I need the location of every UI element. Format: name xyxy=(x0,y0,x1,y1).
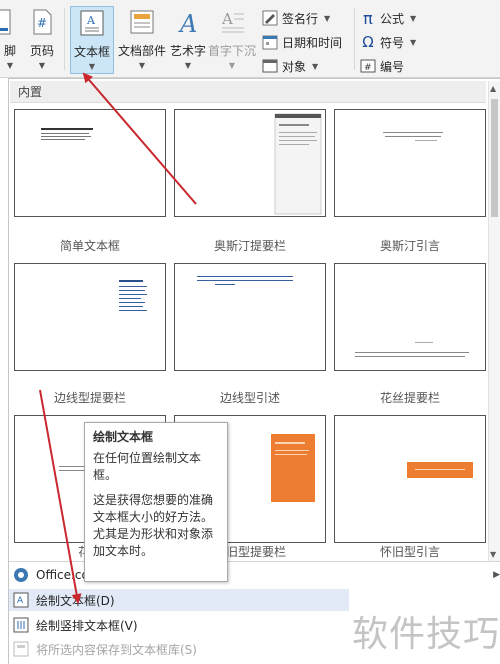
text-box-button[interactable]: A 文本框 ▼ xyxy=(70,6,114,74)
chevron-down-icon: ▼ xyxy=(6,61,14,70)
quick-parts-label: 文档部件 xyxy=(117,44,166,58)
gallery-item-banded-quote[interactable] xyxy=(174,263,326,371)
gallery-item-austin-sidebar[interactable] xyxy=(174,109,326,217)
submenu-arrow-icon: ▶ xyxy=(493,570,500,580)
object-label: 对象 xyxy=(282,59,307,74)
austin-quote-preview xyxy=(383,132,443,141)
gallery-item-austin-quote[interactable] xyxy=(334,109,486,217)
save-to-gallery-icon xyxy=(13,641,29,657)
banded-quote-preview xyxy=(197,276,293,285)
menu-label: 绘制文本框(D) xyxy=(36,593,115,608)
equation-label: 公式 xyxy=(380,11,405,26)
gallery-item-banded-sidebar[interactable] xyxy=(14,263,166,371)
svg-text:A: A xyxy=(86,14,96,27)
menu-label: 将所选内容保存到文本框库(S) xyxy=(36,642,197,657)
svg-text:A: A xyxy=(178,10,197,36)
object-icon xyxy=(262,59,278,73)
section-title: 内置 xyxy=(10,81,486,103)
chevron-down-icon: ▼ xyxy=(312,61,319,71)
signature-line-label: 签名行 xyxy=(282,11,319,26)
tooltip-text: 在任何位置绘制文本框。 xyxy=(93,451,202,482)
svg-text:#: # xyxy=(364,63,372,73)
symbol-label: 符号 xyxy=(380,35,405,50)
gallery-caption: 简单文本框 xyxy=(59,239,120,253)
gallery-caption: 边线型提要栏 xyxy=(53,391,126,405)
gallery-caption: 花丝提要栏 xyxy=(379,391,440,405)
equation-button[interactable]: π 公式 ▼ xyxy=(360,8,416,28)
chevron-down-icon: ▼ xyxy=(88,62,96,71)
simple-text-box-preview xyxy=(41,128,93,140)
menu-item-draw-vertical-text-box[interactable]: 绘制竖排文本框(V) xyxy=(9,614,349,636)
pi-icon: π xyxy=(363,8,373,28)
draw-text-box-icon: A xyxy=(13,592,29,608)
page-number-icon: # xyxy=(33,9,52,35)
gallery-item-filigree-sidebar[interactable] xyxy=(334,263,486,371)
svg-text:A: A xyxy=(221,10,233,28)
scroll-thumb[interactable] xyxy=(491,99,498,217)
quick-parts-button[interactable]: 文档部件 ▼ xyxy=(116,6,168,74)
gallery-caption: 怀旧型引言 xyxy=(379,545,440,559)
chevron-down-icon: ▼ xyxy=(38,61,46,70)
footer-icon xyxy=(0,9,11,35)
gallery-item-simple-text-box[interactable] xyxy=(14,109,166,217)
drop-cap-label: 首字下沉 xyxy=(208,44,257,58)
ribbon-divider xyxy=(354,8,355,70)
page-number-label: 页码 xyxy=(29,44,54,58)
retro-quote-preview xyxy=(407,462,473,478)
symbol-button[interactable]: Ω 符号 ▼ xyxy=(360,32,416,52)
chevron-down-icon: ▼ xyxy=(324,13,331,23)
menu-divider xyxy=(9,561,500,562)
watermark-text: 软件技巧 xyxy=(352,614,500,655)
wordart-button[interactable]: A 艺术字 ▼ xyxy=(168,6,208,74)
text-box-icon: A xyxy=(80,10,104,36)
gallery-caption: 边线型引述 xyxy=(219,391,280,405)
footer-label: 脚 xyxy=(3,44,16,58)
chevron-down-icon: ▼ xyxy=(228,61,236,70)
ribbon-divider xyxy=(64,8,65,70)
insert-ribbon: 脚 ▼ # 页码 ▼ A 文本框 ▼ 文档部件 ▼ A 艺术字 ▼ A 首字下沉… xyxy=(0,0,500,78)
drop-cap-button[interactable]: A 首字下沉 ▼ xyxy=(208,6,256,74)
scroll-down-icon[interactable]: ▼ xyxy=(490,550,496,559)
drop-cap-icon: A xyxy=(221,10,244,33)
object-button[interactable]: 对象 ▼ xyxy=(262,56,318,76)
banded-sidebar-preview xyxy=(119,280,147,311)
date-time-label: 日期和时间 xyxy=(282,35,343,50)
wordart-label: 艺术字 xyxy=(169,44,206,58)
vertical-text-box-icon xyxy=(13,617,29,633)
numbering-label: 编号 xyxy=(380,59,405,74)
menu-item-save-selection[interactable]: 将所选内容保存到文本框库(S) xyxy=(9,638,349,660)
chevron-down-icon: ▼ xyxy=(184,61,192,70)
text-box-label: 文本框 xyxy=(73,45,110,59)
gallery-caption: 奥斯汀引言 xyxy=(379,239,440,253)
gallery-item-retro-quote[interactable] xyxy=(334,415,486,543)
gallery-caption: 奥斯汀提要栏 xyxy=(213,239,286,253)
filigree-sidebar-preview xyxy=(355,342,469,357)
gallery-scrollbar[interactable]: ▲ ▼ xyxy=(488,81,500,561)
numbering-button[interactable]: # 编号 xyxy=(360,56,404,76)
austin-sidebar-preview xyxy=(274,113,322,215)
page-number-button[interactable]: # 页码 ▼ xyxy=(24,6,60,74)
draw-text-box-tooltip: 绘制文本框 在任何位置绘制文本框。 这是获得您想要的准确文本框大小的好方法。尤其… xyxy=(84,422,228,582)
omega-icon: Ω xyxy=(362,33,374,51)
chevron-down-icon: ▼ xyxy=(138,61,146,70)
footer-button[interactable]: 脚 ▼ xyxy=(0,6,22,74)
office-com-icon xyxy=(14,568,28,582)
wordart-icon: A xyxy=(178,10,197,36)
svg-text:#: # xyxy=(37,16,47,30)
tooltip-title: 绘制文本框 xyxy=(93,430,154,444)
calendar-icon xyxy=(262,35,278,50)
signature-line-button[interactable]: 签名行 ▼ xyxy=(262,8,330,28)
date-time-button[interactable]: 日期和时间 xyxy=(262,32,342,52)
quick-parts-icon xyxy=(130,10,154,34)
scroll-up-icon[interactable]: ▲ xyxy=(490,84,496,93)
signature-pen-icon xyxy=(262,10,278,26)
tooltip-text: 这是获得您想要的准确文本框大小的好方法。尤其是为形状和对象添加文本时。 xyxy=(93,493,214,558)
menu-item-draw-text-box[interactable]: A 绘制文本框(D) xyxy=(9,589,349,611)
chevron-down-icon: ▼ xyxy=(410,13,417,23)
numbering-icon: # xyxy=(360,59,376,73)
svg-text:A: A xyxy=(17,596,24,606)
menu-label: 绘制竖排文本框(V) xyxy=(36,618,138,633)
chevron-down-icon: ▼ xyxy=(410,37,417,47)
